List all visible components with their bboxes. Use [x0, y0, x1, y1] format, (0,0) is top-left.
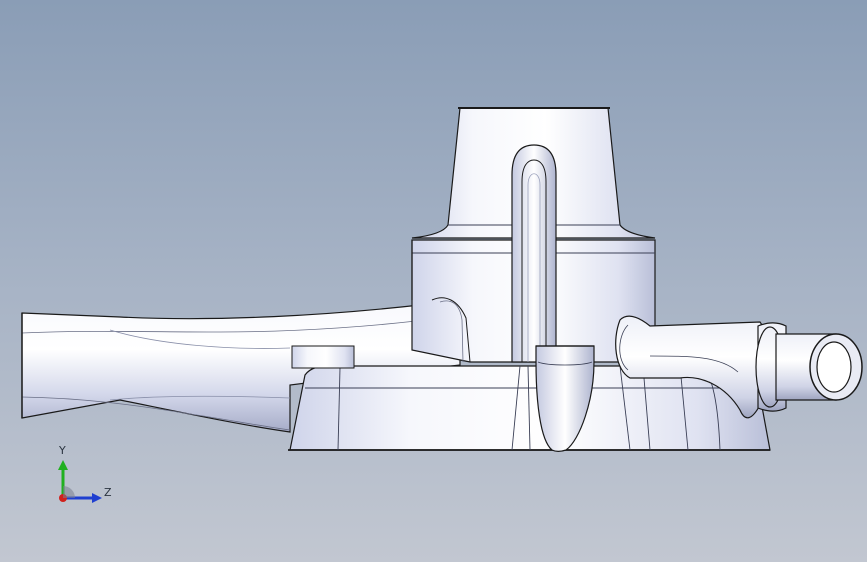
cad-graphics-viewport[interactable]: Y Z — [0, 0, 867, 562]
vertical-channel[interactable] — [511, 144, 557, 363]
y-axis-label: Y — [59, 444, 66, 457]
triad-shade — [63, 486, 75, 498]
y-axis-head — [58, 460, 68, 470]
z-axis-head — [92, 493, 102, 503]
pump-housing-model[interactable] — [0, 0, 867, 562]
coordinate-triad: Y Z — [50, 440, 130, 520]
z-axis-label: Z — [104, 486, 112, 499]
